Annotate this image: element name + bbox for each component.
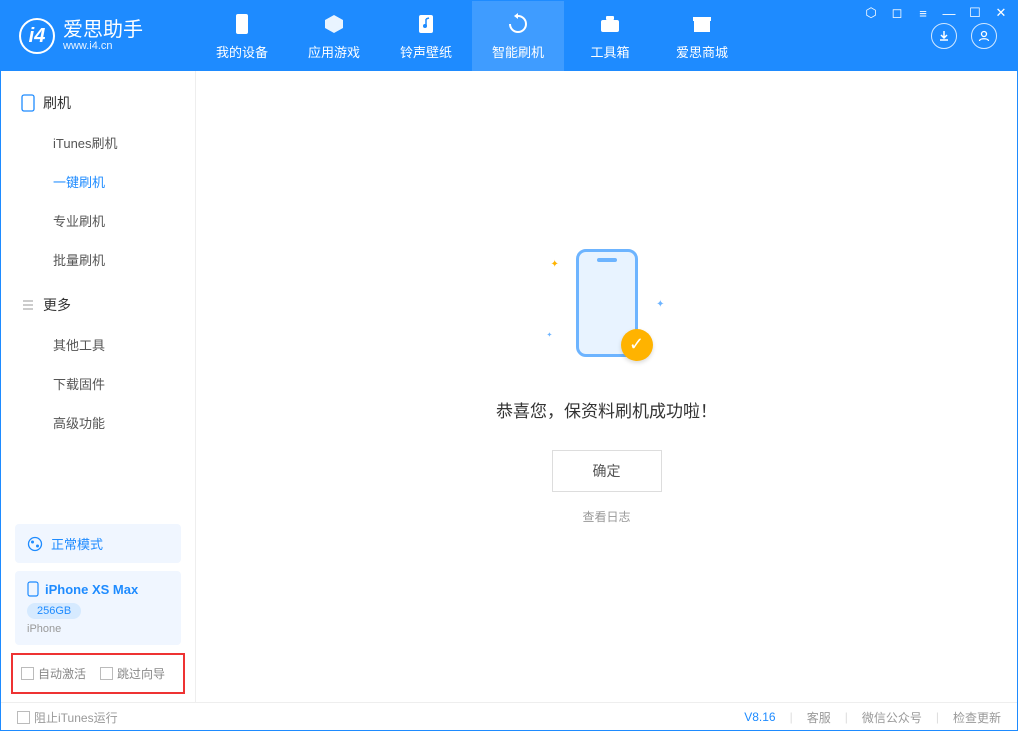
- device-icon: [230, 12, 254, 36]
- nav-flash[interactable]: 智能刷机: [472, 1, 564, 71]
- support-link[interactable]: 客服: [807, 709, 831, 726]
- mode-indicator[interactable]: 正常模式: [15, 524, 181, 563]
- top-nav: 我的设备 应用游戏 铃声壁纸 智能刷机 工具箱 爱思商城: [196, 1, 931, 71]
- maximize-button[interactable]: ☐: [966, 4, 984, 22]
- wechat-link[interactable]: 微信公众号: [862, 709, 922, 726]
- sidebar-section-flash[interactable]: 刷机: [1, 83, 195, 123]
- close-button[interactable]: ✕: [992, 4, 1010, 22]
- skip-guide-checkbox[interactable]: 跳过向导: [100, 665, 165, 682]
- device-phone-icon: [27, 581, 39, 597]
- storage-badge: 256GB: [27, 603, 81, 619]
- header-actions: [931, 23, 1017, 49]
- store-icon: [690, 12, 714, 36]
- app-name: 爱思助手: [63, 20, 143, 40]
- app-url: www.i4.cn: [63, 40, 143, 52]
- sidebar-item-advanced[interactable]: 高级功能: [1, 403, 195, 442]
- sidebar-item-other-tools[interactable]: 其他工具: [1, 325, 195, 364]
- titlebar: i4 爱思助手 www.i4.cn 我的设备 应用游戏 铃声壁纸 智能刷机 工具…: [1, 1, 1017, 71]
- device-panel[interactable]: iPhone XS Max 256GB iPhone: [15, 571, 181, 645]
- refresh-icon: [506, 12, 530, 36]
- sidebar-item-itunes-flash[interactable]: iTunes刷机: [1, 123, 195, 162]
- nav-my-device[interactable]: 我的设备: [196, 1, 288, 71]
- check-icon: ✓: [621, 329, 653, 361]
- mode-icon: [27, 536, 43, 552]
- window-controls: ⬡ ◻ ≡ — ☐ ✕: [862, 4, 1010, 22]
- cube-icon: [322, 12, 346, 36]
- sidebar: 刷机 iTunes刷机 一键刷机 专业刷机 批量刷机 更多 其他工具 下载固件 …: [1, 71, 196, 702]
- options-row: 自动激活 跳过向导: [11, 653, 185, 694]
- nav-ringtones[interactable]: 铃声壁纸: [380, 1, 472, 71]
- sidebar-item-batch-flash[interactable]: 批量刷机: [1, 240, 195, 279]
- user-icon[interactable]: [971, 23, 997, 49]
- list-icon: [21, 298, 35, 312]
- sidebar-item-pro-flash[interactable]: 专业刷机: [1, 201, 195, 240]
- sidebar-item-download-firmware[interactable]: 下载固件: [1, 364, 195, 403]
- music-icon: [414, 12, 438, 36]
- minimize-button[interactable]: —: [940, 4, 958, 22]
- nav-apps[interactable]: 应用游戏: [288, 1, 380, 71]
- toolbox-icon: [598, 12, 622, 36]
- lock-icon[interactable]: ◻: [888, 4, 906, 22]
- sidebar-item-oneclick-flash[interactable]: 一键刷机: [1, 162, 195, 201]
- device-type: iPhone: [27, 623, 169, 635]
- logo-icon: i4: [19, 18, 55, 54]
- block-itunes-checkbox[interactable]: 阻止iTunes运行: [17, 709, 118, 726]
- sidebar-section-more[interactable]: 更多: [1, 285, 195, 325]
- success-message: 恭喜您，保资料刷机成功啦！: [496, 397, 717, 422]
- success-illustration: ✦ ✦ ✦ ✓: [557, 249, 657, 369]
- footer: 阻止iTunes运行 V8.16 | 客服 | 微信公众号 | 检查更新: [1, 702, 1017, 731]
- ok-button[interactable]: 确定: [552, 450, 662, 492]
- app-logo: i4 爱思助手 www.i4.cn: [1, 18, 196, 54]
- menu-icon[interactable]: ≡: [914, 4, 932, 22]
- main-content: ✦ ✦ ✦ ✓ 恭喜您，保资料刷机成功啦！ 确定 查看日志: [196, 71, 1017, 702]
- check-update-link[interactable]: 检查更新: [953, 709, 1001, 726]
- nav-toolbox[interactable]: 工具箱: [564, 1, 656, 71]
- phone-icon: [21, 94, 35, 112]
- shirt-icon[interactable]: ⬡: [862, 4, 880, 22]
- nav-store[interactable]: 爱思商城: [656, 1, 748, 71]
- auto-activate-checkbox[interactable]: 自动激活: [21, 665, 86, 682]
- download-icon[interactable]: [931, 23, 957, 49]
- version-label: V8.16: [744, 710, 775, 724]
- view-log-link[interactable]: 查看日志: [582, 508, 630, 525]
